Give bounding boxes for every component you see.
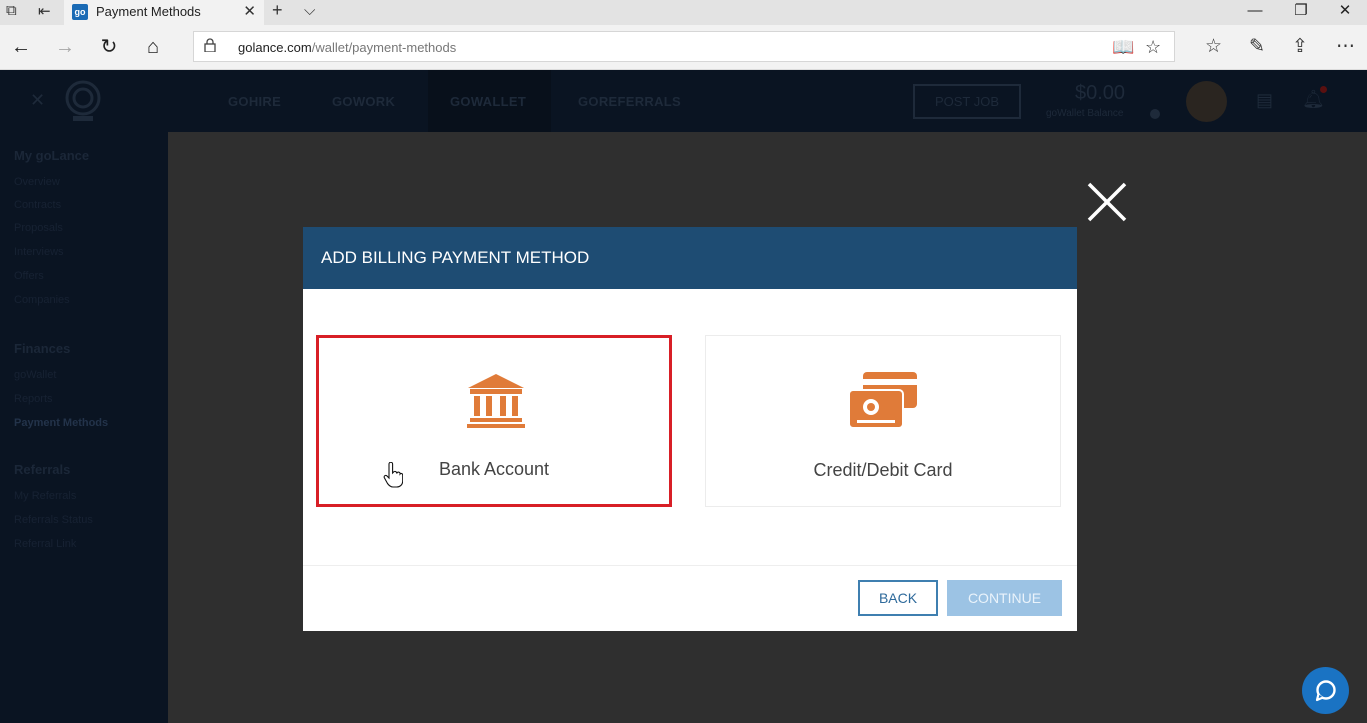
nav-gowallet[interactable]: GOWALLET: [450, 94, 526, 109]
tab-close-icon[interactable]: ✕: [243, 2, 256, 20]
back-arrow-icon[interactable]: ←: [8, 35, 34, 61]
sidebar-item-companies[interactable]: Companies: [14, 294, 70, 306]
sidebar-item-reports[interactable]: Reports: [14, 393, 53, 405]
chat-bubble-icon: [1315, 680, 1336, 702]
sidebar-item-proposals[interactable]: Proposals: [14, 222, 63, 234]
modal-footer-divider: [303, 565, 1077, 566]
refresh-icon[interactable]: ↻: [96, 35, 122, 61]
golance-logo[interactable]: [62, 78, 104, 124]
sidebar-item-referrals-status[interactable]: Referrals Status: [14, 514, 93, 526]
user-avatar[interactable]: [1186, 81, 1227, 122]
sidebar-item-offers[interactable]: Offers: [14, 270, 44, 282]
nav-goreferrals[interactable]: GOREFERRALS: [578, 94, 681, 109]
sidebar-item-my-referrals[interactable]: My Referrals: [14, 490, 76, 502]
credit-card-label: Credit/Debit Card: [813, 460, 953, 480]
nav-gowork[interactable]: GOWORK: [332, 94, 395, 109]
minimize-icon[interactable]: —: [1232, 0, 1278, 25]
favorites-hub-icon[interactable]: ☆: [1205, 35, 1222, 58]
favicon: go: [72, 4, 88, 20]
browser-tab-bar: ⧉ ⇤ go Payment Methods ✕ + ⌵ — ❐ ✕: [0, 0, 1367, 25]
reading-view-icon[interactable]: 📖: [1112, 37, 1134, 58]
sidebar-heading-finances: Finances: [14, 341, 71, 356]
credit-card-option[interactable]: Credit/Debit Card: [705, 335, 1061, 507]
continue-button[interactable]: CONTINUE: [947, 580, 1062, 616]
favorite-star-icon[interactable]: ☆: [1145, 37, 1161, 58]
wallet-balance-label: goWallet Balance: [1046, 108, 1124, 119]
credit-card-icon: [848, 372, 917, 429]
notification-dot: [1320, 86, 1327, 93]
sidebar-item-overview[interactable]: Overview: [14, 176, 60, 188]
modal-close-icon[interactable]: [1085, 180, 1129, 224]
menu-close-icon[interactable]: ✕: [30, 90, 45, 111]
more-icon[interactable]: ⋯: [1336, 35, 1355, 58]
set-aside-tabs-icon[interactable]: ⇤: [38, 2, 51, 20]
forward-arrow-icon[interactable]: →: [52, 35, 78, 61]
pen-icon[interactable]: ✎: [1249, 35, 1265, 58]
browser-nav-bar: ← → ↻ ⌂ golance.com/wallet/payment-metho…: [0, 25, 1367, 70]
sidebar-heading-my-golance: My goLance: [14, 148, 90, 163]
modal-title: ADD BILLING PAYMENT METHOD: [321, 248, 590, 267]
messages-icon[interactable]: ▤: [1256, 90, 1273, 111]
sidebar-item-referral-link[interactable]: Referral Link: [14, 538, 76, 550]
nav-gohire[interactable]: GOHIRE: [228, 94, 281, 109]
window-close-icon[interactable]: ✕: [1322, 0, 1367, 25]
bank-account-label: Bank Account: [438, 459, 550, 479]
address-bar[interactable]: golance.com/wallet/payment-methods 📖 ☆: [193, 31, 1175, 62]
info-icon[interactable]: [1150, 109, 1160, 119]
url-path: /wallet/payment-methods: [311, 40, 457, 55]
site-header: ✕ GOHIRE GOWORK GOWALLET GOREFERRALS POS…: [0, 70, 1367, 132]
browser-tab[interactable]: go Payment Methods ✕: [64, 0, 264, 25]
sidebar-item-contracts[interactable]: Contracts: [14, 199, 61, 211]
chat-button[interactable]: [1302, 667, 1349, 714]
modal-header: ADD BILLING PAYMENT METHOD: [303, 227, 1077, 289]
url-domain: golance.com: [238, 40, 312, 55]
bank-account-option[interactable]: Bank Account: [316, 335, 672, 507]
hand-cursor-icon: [383, 462, 403, 488]
bank-icon: [467, 374, 525, 428]
sidebar: My goLance Overview Contracts Proposals …: [0, 132, 168, 723]
tab-list-chevron-icon[interactable]: ⌵: [304, 2, 315, 19]
sidebar-item-interviews[interactable]: Interviews: [14, 246, 64, 258]
tab-actions-icon[interactable]: ⧉: [6, 2, 17, 19]
post-job-button[interactable]: POST JOB: [913, 84, 1021, 119]
tab-title: Payment Methods: [96, 4, 201, 19]
new-tab-icon[interactable]: +: [272, 0, 283, 21]
restore-icon[interactable]: ❐: [1278, 0, 1324, 25]
back-button[interactable]: BACK: [858, 580, 938, 616]
url-text: golance.com/wallet/payment-methods: [238, 40, 456, 55]
add-payment-method-modal: ADD BILLING PAYMENT METHOD Bank Account …: [303, 227, 1077, 631]
wallet-balance: $0.00: [1075, 82, 1126, 104]
lock-icon: [204, 38, 216, 52]
sidebar-item-gowallet[interactable]: goWallet: [14, 369, 56, 381]
sidebar-item-payment-methods[interactable]: Payment Methods: [14, 417, 108, 429]
sidebar-heading-referrals: Referrals: [14, 462, 71, 477]
home-icon[interactable]: ⌂: [140, 35, 166, 61]
share-icon[interactable]: ⇪: [1292, 35, 1308, 58]
